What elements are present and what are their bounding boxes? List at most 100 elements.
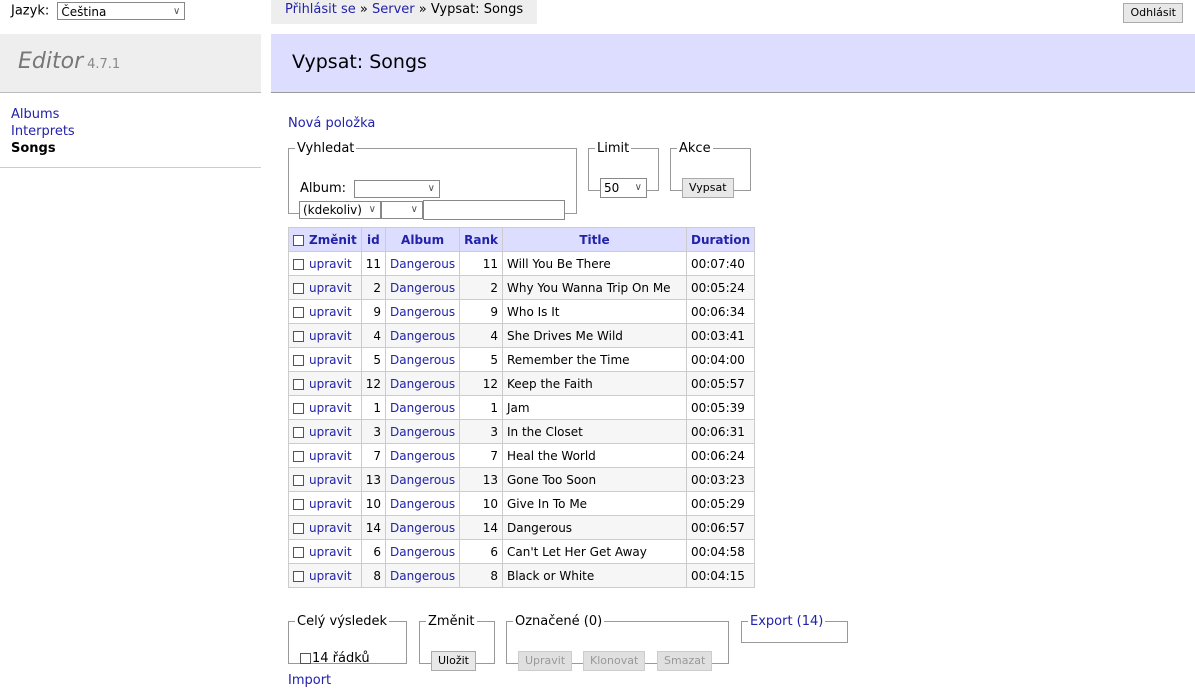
select-all-checkbox[interactable] (293, 234, 304, 246)
row-checkbox[interactable] (293, 522, 304, 534)
row-edit-link[interactable]: upravit (309, 425, 352, 439)
page-title: Vypsat: Songs (292, 51, 427, 73)
album-link[interactable]: Dangerous (390, 377, 455, 391)
row-edit-link[interactable]: upravit (309, 449, 352, 463)
column-sort-rank[interactable]: Rank (464, 233, 498, 247)
save-button[interactable]: Uložit (431, 651, 476, 671)
row-edit-link[interactable]: upravit (309, 305, 352, 319)
column-header-duration[interactable]: Duration (685, 227, 756, 252)
row-checkbox[interactable] (293, 306, 304, 318)
breadcrumb-server[interactable]: Server (372, 2, 415, 17)
row-edit-link[interactable]: upravit (309, 545, 352, 559)
row-checkbox[interactable] (293, 354, 304, 366)
album-link[interactable]: Dangerous (390, 329, 455, 343)
row-checkbox[interactable] (293, 402, 304, 414)
sidebar-item-albums[interactable]: Albums (11, 107, 59, 122)
album-link[interactable]: Dangerous (390, 281, 455, 295)
operator-select[interactable]: ∨ (381, 201, 423, 219)
modify-all-link[interactable]: Změnit (309, 233, 357, 247)
column-header-album[interactable]: Album (385, 227, 461, 252)
album-link[interactable]: Dangerous (390, 545, 455, 559)
row-checkbox[interactable] (293, 282, 304, 294)
column-sort-duration[interactable]: Duration (691, 233, 750, 247)
album-link[interactable]: Dangerous (390, 473, 455, 487)
cell-rank: 14 (459, 515, 503, 540)
table-row: upravit 4 Dangerous 4 She Drives Me Wild 00:0… (288, 323, 756, 348)
logout-button[interactable]: Odhlásit (1123, 3, 1183, 23)
column-header-title[interactable]: Title (501, 227, 687, 252)
album-link[interactable]: Dangerous (390, 497, 455, 511)
action-legend: Akce (679, 141, 711, 156)
row-select-cell: upravit (288, 419, 362, 444)
album-link[interactable]: Dangerous (390, 401, 455, 415)
cell-rank: 4 (459, 323, 503, 348)
cell-title: Black or White (501, 563, 687, 588)
cell-title: Dangerous (501, 515, 687, 540)
sidebar-item-songs[interactable]: Songs (11, 141, 56, 156)
column-sort-id[interactable]: id (367, 233, 380, 247)
chevron-down-icon: ∨ (634, 182, 642, 193)
row-checkbox[interactable] (293, 378, 304, 390)
row-edit-link[interactable]: upravit (309, 521, 352, 535)
search-text-input[interactable] (423, 200, 565, 220)
table-row: upravit 8 Dangerous 8 Black or White 00:04:15 (288, 563, 756, 588)
cell-id: 11 (360, 251, 387, 276)
row-select-cell: upravit (288, 491, 362, 516)
clone-selected-button[interactable]: Klonovat (583, 651, 646, 671)
album-link[interactable]: Dangerous (390, 353, 455, 367)
row-checkbox[interactable] (293, 258, 304, 270)
import-link[interactable]: Import (288, 673, 331, 688)
row-edit-link[interactable]: upravit (309, 257, 352, 271)
row-edit-link[interactable]: upravit (309, 281, 352, 295)
cell-rank: 2 (459, 275, 503, 300)
row-select-cell: upravit (288, 347, 362, 372)
row-edit-link[interactable]: upravit (309, 473, 352, 487)
row-checkbox[interactable] (293, 426, 304, 438)
cell-rank: 3 (459, 419, 503, 444)
edit-selected-button[interactable]: Upravit (518, 651, 573, 671)
album-link[interactable]: Dangerous (390, 305, 455, 319)
breadcrumb-login[interactable]: Přihlásit se (285, 2, 356, 17)
cell-title: In the Closet (501, 419, 687, 444)
row-edit-link[interactable]: upravit (309, 401, 352, 415)
cell-title: Who Is It (501, 299, 687, 324)
column-sort-title[interactable]: Title (579, 233, 609, 247)
row-checkbox[interactable] (293, 474, 304, 486)
row-select-cell: upravit (288, 371, 362, 396)
export-link[interactable]: Export (14) (750, 614, 823, 629)
column-select[interactable]: (kdekoliv) ∨ (299, 201, 381, 219)
column-header-id[interactable]: id (360, 227, 387, 252)
language-label: Jazyk: (11, 3, 50, 19)
album-link[interactable]: Dangerous (390, 449, 455, 463)
row-edit-link[interactable]: upravit (309, 569, 352, 583)
delete-selected-button[interactable]: Smazat (657, 651, 713, 671)
column-sort-album[interactable]: Album (401, 233, 444, 247)
row-checkbox[interactable] (293, 330, 304, 342)
cell-duration: 00:05:24 (685, 275, 756, 300)
list-button[interactable]: Vypsat (682, 178, 734, 198)
row-edit-link[interactable]: upravit (309, 377, 352, 391)
limit-value: 50 (604, 181, 620, 195)
whole-result-checkbox[interactable] (300, 653, 311, 664)
cell-id: 4 (360, 323, 387, 348)
new-item-link[interactable]: Nová položka (288, 116, 375, 131)
column-header-rank[interactable]: Rank (459, 227, 503, 252)
language-select[interactable]: Čeština ∨ (57, 2, 186, 20)
row-edit-link[interactable]: upravit (309, 497, 352, 511)
sidebar-item-interprets[interactable]: Interprets (11, 124, 75, 139)
album-link[interactable]: Dangerous (390, 257, 455, 271)
row-edit-link[interactable]: upravit (309, 329, 352, 343)
row-checkbox[interactable] (293, 450, 304, 462)
row-checkbox[interactable] (293, 570, 304, 582)
row-edit-link[interactable]: upravit (309, 353, 352, 367)
album-link[interactable]: Dangerous (390, 569, 455, 583)
limit-select[interactable]: 50 ∨ (600, 178, 647, 198)
album-link[interactable]: Dangerous (390, 425, 455, 439)
whole-result-option[interactable]: 14 řádků (300, 651, 370, 666)
cell-album: Dangerous (385, 251, 461, 276)
album-filter-select[interactable]: ∨ (354, 180, 440, 198)
row-checkbox[interactable] (293, 498, 304, 510)
editor-logo[interactable]: Editor 4.7.1 (18, 49, 120, 74)
album-link[interactable]: Dangerous (390, 521, 455, 535)
row-checkbox[interactable] (293, 546, 304, 558)
